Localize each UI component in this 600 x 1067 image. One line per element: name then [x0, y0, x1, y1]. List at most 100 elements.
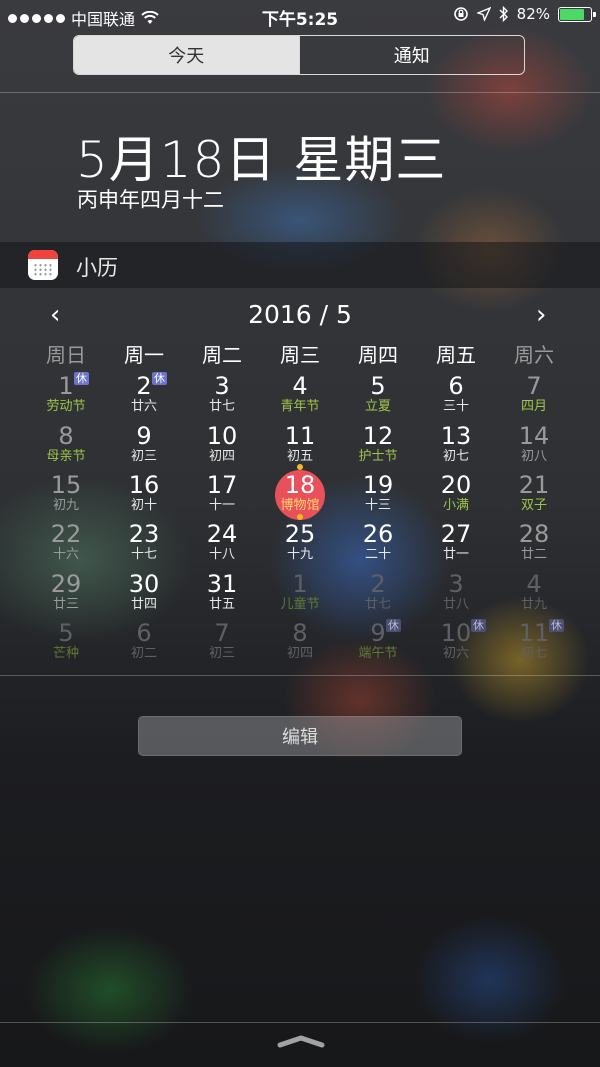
- day-lunar-label: 廿五: [208, 597, 235, 612]
- day-lunar-label: 廿七: [364, 597, 391, 612]
- day-number: 16: [128, 471, 160, 499]
- day-number: 30: [128, 570, 160, 598]
- month-title: 2016 / 5: [248, 300, 352, 329]
- calendar-app-icon: [28, 250, 58, 280]
- day-lunar-label: 廿六: [130, 399, 157, 414]
- calendar-day[interactable]: 5 芒种: [27, 620, 105, 668]
- calendar-day[interactable]: 17 十一: [183, 472, 261, 520]
- day-number: 1: [292, 570, 308, 598]
- calendar-day[interactable]: 8 初四: [261, 620, 339, 668]
- calendar-day[interactable]: 10 初四: [183, 423, 261, 471]
- divider: [0, 675, 600, 676]
- calendar-day[interactable]: 12 护士节: [339, 423, 417, 471]
- day-number: 17: [206, 471, 238, 499]
- calendar-day[interactable]: 2 廿六 休: [105, 372, 183, 421]
- day-number: 3: [448, 570, 464, 598]
- next-month-button[interactable]: ›: [536, 300, 546, 330]
- day-lunar-label: 廿三: [52, 597, 79, 612]
- calendar-day[interactable]: 27 廿一: [417, 521, 495, 569]
- calendar-day[interactable]: 18 博物馆: [261, 472, 339, 520]
- calendar-day[interactable]: 29 廿三: [27, 571, 105, 619]
- day-number: 5: [370, 372, 386, 400]
- calendar-day[interactable]: 16 初十: [105, 472, 183, 520]
- day-number: 26: [362, 520, 394, 548]
- calendar-day[interactable]: 9 初三: [105, 423, 183, 471]
- pull-up-chevron-icon[interactable]: [276, 1034, 326, 1048]
- holiday-badge: 休: [471, 619, 486, 632]
- date-heading: 5月18日 星期三: [76, 131, 447, 189]
- day-lunar-label: 端午节: [358, 646, 398, 661]
- day-lunar-label: 初二: [130, 646, 157, 661]
- day-lunar-label: 廿九: [520, 597, 547, 612]
- calendar-day[interactable]: 7 四月: [495, 373, 573, 421]
- day-lunar-label: 劳动节: [46, 399, 86, 414]
- calendar-day[interactable]: 3 廿七: [183, 373, 261, 421]
- calendar-day[interactable]: 28 廿二: [495, 521, 573, 569]
- weekday-sat: 周六: [514, 343, 554, 367]
- calendar-day[interactable]: 10 初六休: [417, 619, 495, 668]
- calendar-day[interactable]: 1 劳动节 休: [27, 372, 105, 421]
- day-lunar-label: 初三: [130, 449, 157, 464]
- edit-button[interactable]: 编辑: [138, 716, 462, 756]
- day-number: 11: [284, 422, 316, 450]
- calendar-day[interactable]: 31 廿五: [183, 571, 261, 619]
- calendar-day[interactable]: 11 初五: [261, 423, 339, 471]
- calendar-day[interactable]: 7 初三: [183, 620, 261, 668]
- calendar-day[interactable]: 15 初九: [27, 472, 105, 520]
- holiday-badge: 休: [152, 372, 167, 385]
- tab-notifications[interactable]: 通知: [298, 36, 525, 74]
- widget-title: 小历: [76, 256, 118, 280]
- day-lunar-label: 十八: [208, 547, 235, 562]
- widget-header[interactable]: 小历: [0, 242, 600, 288]
- day-number: 8: [292, 619, 308, 647]
- calendar-day[interactable]: 23 十七: [105, 521, 183, 569]
- day-number: 24: [206, 520, 238, 548]
- day-lunar-label: 十一: [208, 498, 235, 513]
- calendar-day[interactable]: 3 廿八: [417, 571, 495, 619]
- day-lunar-label: 廿八: [442, 597, 469, 612]
- battery-percent: 82%: [516, 5, 550, 23]
- holiday-badge: 休: [386, 619, 401, 632]
- calendar-day[interactable]: 4 廿九: [495, 571, 573, 619]
- calendar-day[interactable]: 13 初七: [417, 423, 495, 471]
- calendar-day[interactable]: 25 十九: [261, 521, 339, 569]
- calendar-day[interactable]: 9 端午节 休: [339, 619, 417, 668]
- weekday-tue: 周二: [202, 343, 242, 367]
- calendar-day[interactable]: 30 廿四: [105, 571, 183, 619]
- holiday-badge: 休: [74, 372, 89, 385]
- calendar-day[interactable]: 4 青年节: [261, 373, 339, 421]
- day-lunar-label: 十三: [364, 498, 391, 513]
- calendar-day[interactable]: 26 二十: [339, 521, 417, 569]
- day-number: 6: [448, 372, 464, 400]
- prev-month-button[interactable]: ‹: [50, 300, 60, 330]
- day-number: 1: [58, 372, 74, 400]
- calendar-day[interactable]: 6 初二: [105, 620, 183, 668]
- day-lunar-label: 立夏: [364, 399, 391, 414]
- day-lunar-label: 双子: [520, 498, 547, 513]
- day-number: 23: [128, 520, 160, 548]
- calendar-day[interactable]: 24 十八: [183, 521, 261, 569]
- day-lunar-label: 护士节: [358, 449, 398, 464]
- day-lunar-label: 廿一: [442, 547, 469, 562]
- day-lunar-label: 初八: [520, 449, 547, 464]
- day-number: 20: [440, 471, 472, 499]
- day-number: 12: [362, 422, 394, 450]
- calendar-day[interactable]: 8 母亲节: [27, 423, 105, 471]
- weekday-fri: 周五: [436, 343, 476, 367]
- day-number: 5: [58, 619, 74, 647]
- tab-today[interactable]: 今天: [74, 36, 299, 74]
- day-lunar-label: 廿七: [208, 399, 235, 414]
- calendar-day[interactable]: 20 小满: [417, 472, 495, 520]
- calendar-day[interactable]: 21 双子: [495, 472, 573, 520]
- calendar-day[interactable]: 22 十六: [27, 521, 105, 569]
- day-lunar-label: 小满: [442, 498, 469, 513]
- calendar-day[interactable]: 19 十三: [339, 472, 417, 520]
- calendar-day[interactable]: 2 廿七: [339, 571, 417, 619]
- calendar-day[interactable]: 6 三十: [417, 373, 495, 421]
- day-number: 3: [214, 372, 230, 400]
- day-lunar-label: 十九: [286, 547, 313, 562]
- calendar-day[interactable]: 11 初七休: [495, 619, 573, 668]
- calendar-day[interactable]: 14 初八: [495, 423, 573, 471]
- calendar-day[interactable]: 5 立夏: [339, 373, 417, 421]
- calendar-day[interactable]: 1 儿童节: [261, 571, 339, 619]
